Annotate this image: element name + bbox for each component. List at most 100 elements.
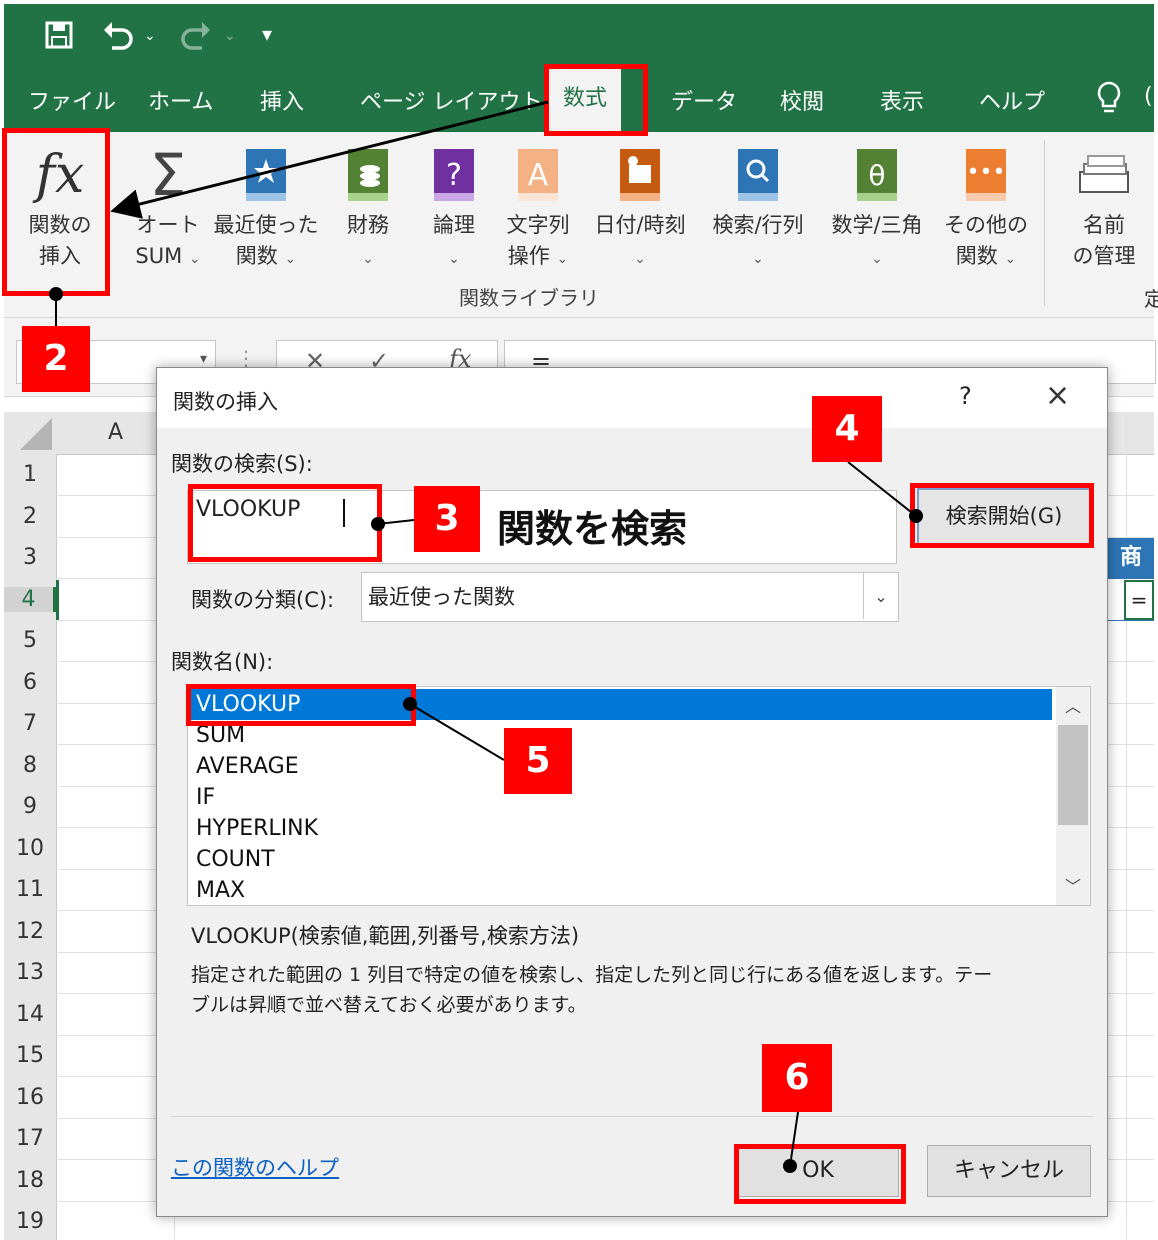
highlight-search-button: [910, 483, 1094, 548]
row-header[interactable]: 7: [4, 711, 56, 736]
recent-functions-button[interactable]: 最近使った 関数 ⌄: [210, 140, 322, 275]
chevron-up-icon[interactable]: ︿: [1065, 693, 1081, 717]
row-header[interactable]: 11: [4, 877, 56, 902]
function-help-link[interactable]: この関数のヘルプ: [171, 1152, 339, 1182]
dialog-title: 関数の挿入: [173, 390, 278, 414]
datetime-button[interactable]: 日付/時刻 ⌄: [586, 140, 694, 275]
list-item[interactable]: COUNT: [196, 844, 275, 875]
tab-view[interactable]: 表示: [880, 84, 924, 116]
row-header[interactable]: 19: [4, 1209, 56, 1234]
chevron-down-icon: ⌄: [871, 251, 883, 267]
close-icon[interactable]: ×: [1045, 378, 1070, 413]
row-header[interactable]: 9: [4, 794, 56, 819]
help-question-icon[interactable]: ?: [959, 382, 972, 410]
row-header[interactable]: 3: [4, 545, 56, 570]
name-tags-icon: [1062, 140, 1146, 210]
chevron-down-icon[interactable]: ﹀: [1065, 873, 1081, 897]
lookup-button[interactable]: 検索/行列 ⌄: [704, 140, 812, 275]
more-functions-button[interactable]: ••• その他の 関数 ⌄: [938, 140, 1034, 275]
active-cell-edge: [56, 580, 59, 620]
annotation-dot: [783, 1159, 797, 1173]
highlight-insert-function: [2, 128, 110, 296]
cancel-button[interactable]: キャンセル: [927, 1145, 1091, 1197]
name-manager-button[interactable]: 名前 の管理: [1062, 140, 1146, 272]
list-item[interactable]: HYPERLINK: [196, 813, 318, 844]
row-header[interactable]: 2: [4, 504, 56, 529]
grid-line: [1126, 412, 1127, 1240]
select-all-corner[interactable]: [4, 412, 57, 455]
function-description-2: ブルは昇順で並べ替えておく必要があります。: [191, 994, 587, 1016]
chevron-down-icon: ⌄: [448, 251, 460, 267]
tab-insert[interactable]: 挿入: [260, 84, 304, 116]
annotation-caption: 関数を検索: [497, 507, 688, 551]
row-header[interactable]: 18: [4, 1168, 56, 1193]
logical-button[interactable]: ? 論理 ⌄: [416, 140, 492, 275]
tab-review[interactable]: 校閲: [780, 84, 824, 116]
math-label: 数学/三角: [831, 213, 923, 237]
customize-icon[interactable]: ▾: [262, 22, 272, 46]
row-header[interactable]: 13: [4, 960, 56, 985]
coins-book-icon: [330, 140, 406, 210]
tab-page-layout[interactable]: ページ レイアウト: [360, 84, 543, 116]
highlight-ok-button: [734, 1144, 906, 1204]
text-label-2: 操作: [507, 244, 550, 268]
table-border: [1108, 620, 1154, 621]
tab-home[interactable]: ホーム: [148, 84, 213, 116]
table-border: [1108, 578, 1154, 579]
step-badge-3: 3: [414, 486, 480, 552]
list-item[interactable]: AVERAGE: [196, 751, 299, 782]
function-syntax: VLOOKUP(検索値,範囲,列番号,検索方法): [191, 924, 580, 948]
function-library-group-label: 関数ライブラリ: [459, 286, 599, 310]
column-header-a[interactable]: A: [108, 420, 123, 445]
row-header[interactable]: 8: [4, 753, 56, 778]
tab-data[interactable]: データ: [671, 84, 737, 116]
table-edit-cell[interactable]: =: [1124, 580, 1154, 620]
math-button[interactable]: θ 数学/三角 ⌄: [822, 140, 932, 275]
title-bar: ⌄ ⌄ ▾: [4, 4, 1154, 66]
calendar-book-icon: [586, 140, 694, 210]
row-header[interactable]: 16: [4, 1085, 56, 1110]
redo-dropdown-icon[interactable]: ⌄: [224, 28, 236, 44]
category-value: 最近使った関数: [368, 585, 515, 609]
other-label: その他の: [944, 213, 1028, 237]
row-header[interactable]: 15: [4, 1043, 56, 1068]
save-icon[interactable]: [44, 20, 74, 57]
financial-button[interactable]: 財務 ⌄: [330, 140, 406, 275]
ribbon: fx 関数の 挿入 Σ オート SUM ⌄ 最近使った 関数 ⌄ 財務 ⌄ ? …: [4, 132, 1158, 318]
star-book-icon: [210, 140, 322, 210]
list-item[interactable]: MAX: [196, 875, 245, 905]
row-header[interactable]: 12: [4, 919, 56, 944]
row-header-active[interactable]: 4: [4, 587, 56, 612]
text-functions-button[interactable]: A 文字列 操作 ⌄: [498, 140, 578, 275]
undo-icon[interactable]: [100, 18, 136, 59]
row-header[interactable]: 5: [4, 628, 56, 653]
autosum-button[interactable]: Σ オート SUM ⌄: [118, 140, 218, 275]
lightbulb-icon[interactable]: [1094, 80, 1124, 122]
group-separator: [1044, 140, 1045, 306]
lookup-label: 検索/行列: [712, 213, 804, 237]
scroll-thumb[interactable]: [1058, 725, 1088, 825]
list-item[interactable]: IF: [196, 782, 215, 813]
autosum-label-2: SUM: [135, 244, 183, 268]
step-badge-6: 6: [762, 1044, 832, 1112]
row-header[interactable]: 1: [4, 462, 56, 487]
row-header[interactable]: 14: [4, 1002, 56, 1027]
step-badge-4: 4: [812, 396, 882, 462]
vertical-scrollbar[interactable]: ︿ ﹀: [1056, 687, 1090, 905]
chevron-down-icon[interactable]: ⌄: [863, 573, 898, 619]
datetime-label: 日付/時刻: [594, 213, 686, 237]
recent-label-2: 関数: [235, 244, 278, 268]
row-header[interactable]: 17: [4, 1126, 56, 1151]
tab-file[interactable]: ファイル: [28, 84, 116, 116]
tab-overflow-icon[interactable]: (: [1144, 84, 1153, 109]
annotation-dot: [49, 287, 63, 301]
category-select[interactable]: 最近使った関数 ⌄: [361, 572, 899, 622]
tab-help[interactable]: ヘルプ: [979, 84, 1045, 116]
chevron-down-icon[interactable]: ▾: [200, 351, 207, 367]
row-header[interactable]: 10: [4, 836, 56, 861]
name-manager-label: 名前: [1083, 213, 1125, 237]
undo-dropdown-icon[interactable]: ⌄: [144, 28, 156, 44]
table-header-cell[interactable]: 商: [1108, 538, 1154, 578]
redo-icon[interactable]: [178, 18, 214, 59]
row-header[interactable]: 6: [4, 670, 56, 695]
